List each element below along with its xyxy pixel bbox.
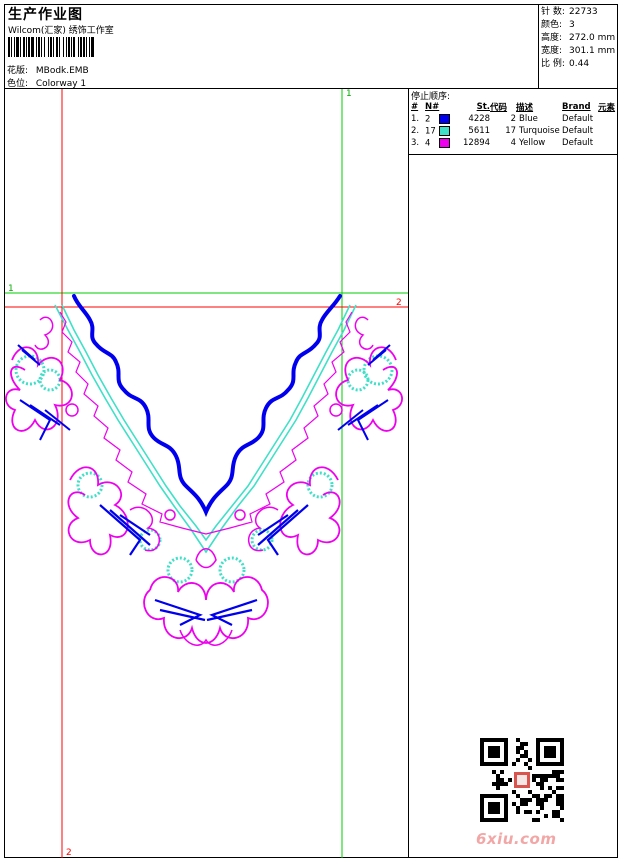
element bbox=[598, 137, 615, 149]
colorway-row: 色位: Colorway 1 bbox=[7, 76, 86, 89]
color-code: 4 bbox=[510, 138, 517, 148]
stat-row: 高度: 272.0 mm bbox=[541, 32, 615, 45]
col-header: Brand bbox=[562, 102, 591, 112]
needle-cell: 2 bbox=[425, 113, 463, 125]
colorway-label: 色位: bbox=[7, 79, 29, 89]
green-horizontal-label: 1 bbox=[8, 284, 14, 294]
bottom-center-floral bbox=[143, 548, 269, 646]
design-file-label: 花版: bbox=[7, 66, 29, 76]
col-header: St. bbox=[476, 102, 491, 112]
stat-label: 针 数: bbox=[541, 7, 565, 17]
left-floral-cluster bbox=[5, 316, 79, 441]
element bbox=[598, 113, 615, 125]
qr-code bbox=[480, 738, 564, 822]
col-header: 描述 bbox=[516, 103, 534, 113]
color-swatch bbox=[439, 137, 451, 148]
color-desc: Turquoise bbox=[519, 126, 560, 136]
stitch-count: 5611 bbox=[468, 126, 491, 136]
stat-value: 0.44 bbox=[569, 59, 590, 69]
col-header: 代码 bbox=[490, 103, 508, 113]
table-row: 1. 2 4228 2 Blue Default bbox=[411, 113, 615, 125]
design-file-row: 花版: MBodk.EMB bbox=[7, 63, 89, 76]
design-file-value: MBodk.EMB bbox=[35, 66, 89, 76]
stop-sequence-caption: 停止顺序: bbox=[411, 92, 451, 102]
stop-sequence-table: # N# St. 代码 描述 Brand 元素 1. 2 4228 2 Blue… bbox=[411, 101, 615, 149]
stat-label: 比 例: bbox=[541, 59, 565, 69]
stat-value: 301.1 mm bbox=[569, 46, 616, 56]
needle-number: 17 bbox=[425, 126, 436, 137]
barcode bbox=[8, 37, 120, 57]
stat-value: 272.0 mm bbox=[569, 33, 616, 43]
brand: Default bbox=[562, 126, 594, 136]
barcode-bar bbox=[94, 37, 95, 57]
watermark: 6xiu.com bbox=[476, 830, 557, 848]
row-index: 2. bbox=[411, 126, 420, 136]
stat-value: 22733 bbox=[569, 7, 598, 17]
table-row: 3. 4 12894 4 Yellow Default bbox=[411, 137, 615, 149]
needle-number: 2 bbox=[425, 114, 431, 125]
stitch-count: 4228 bbox=[468, 114, 491, 124]
green-vertical-label: 1 bbox=[346, 89, 352, 99]
stat-row: 针 数: 22733 bbox=[541, 6, 615, 19]
color-desc: Blue bbox=[519, 114, 538, 124]
needle-number: 4 bbox=[425, 138, 431, 149]
brand: Default bbox=[562, 138, 594, 148]
stats-panel: 针 数: 22733 颜色: 3 高度: 272.0 mm 宽度: 301.1 mm 比… bbox=[541, 6, 615, 71]
table-row: 2. 17 5611 17 Turquoise Default bbox=[411, 125, 615, 137]
red-vertical-label: 2 bbox=[66, 848, 72, 858]
stat-value: 3 bbox=[569, 20, 575, 30]
color-swatch bbox=[438, 125, 450, 136]
brand: Default bbox=[562, 114, 594, 124]
col-header: 元素 bbox=[598, 103, 616, 113]
stat-row: 颜色: 3 bbox=[541, 19, 615, 32]
stat-label: 高度: bbox=[541, 33, 563, 43]
stop-table-divider bbox=[408, 154, 618, 155]
company-name: Wilcom(汇家) 绣饰工作室 bbox=[8, 26, 114, 36]
stop-table-header: # N# St. 代码 描述 Brand 元素 bbox=[411, 101, 615, 113]
stat-row: 比 例: 0.44 bbox=[541, 58, 615, 71]
page-title: 生产作业图 bbox=[8, 7, 83, 23]
col-header: N# bbox=[425, 102, 440, 112]
color-code: 2 bbox=[510, 114, 517, 124]
stat-label: 颜色: bbox=[541, 20, 563, 30]
row-index: 1. bbox=[411, 114, 420, 124]
needle-cell: 17 bbox=[425, 125, 463, 137]
stat-row: 宽度: 301.1 mm bbox=[541, 45, 615, 58]
stats-divider bbox=[538, 4, 539, 89]
stitch-count: 12894 bbox=[463, 138, 491, 148]
stat-label: 宽度: bbox=[541, 46, 563, 56]
element bbox=[598, 125, 615, 137]
needle-cell: 4 bbox=[425, 137, 463, 149]
panel-divider bbox=[408, 88, 409, 858]
color-code: 17 bbox=[505, 126, 517, 136]
color-desc: Yellow bbox=[519, 138, 546, 148]
color-swatch bbox=[439, 113, 451, 124]
row-index: 3. bbox=[411, 138, 420, 148]
embroidery-preview: 1 1 2 2 bbox=[5, 89, 408, 858]
colorway-value: Colorway 1 bbox=[35, 79, 87, 89]
mid-left-floral-cluster bbox=[67, 466, 176, 556]
col-header: # bbox=[411, 102, 419, 112]
stop-sequence-panel: 停止顺序: # N# St. 代码 描述 Brand 元素 1. 2 4228 … bbox=[411, 89, 617, 149]
red-horizontal-label: 2 bbox=[396, 298, 402, 308]
magenta-zigzag-trim bbox=[59, 311, 353, 535]
